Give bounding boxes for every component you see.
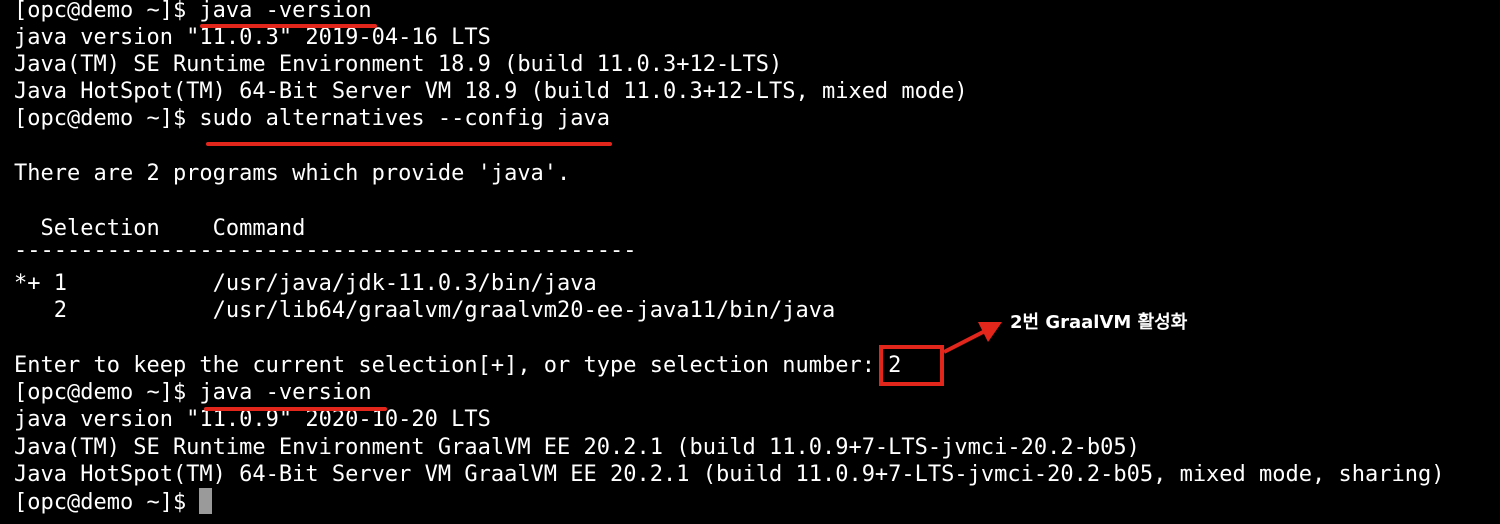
highlight-underline-alternatives (206, 142, 612, 146)
terminal-line-current-prompt[interactable]: [opc@demo ~]$ (14, 488, 213, 515)
terminal-line-runtime-env-2: Java(TM) SE Runtime Environment GraalVM … (14, 435, 1140, 460)
highlight-box-selection (879, 345, 944, 386)
terminal-line-hotspot-vm-2: Java HotSpot(TM) 64-Bit Server VM GraalV… (14, 462, 1445, 487)
highlight-underline-java-version (200, 24, 377, 28)
terminal-line-runtime-env: Java(TM) SE Runtime Environment 18.9 (bu… (14, 52, 783, 77)
text-cursor (199, 488, 213, 514)
terminal-line-option-2: 2 /usr/lib64/graalvm/graalvm20-ee-java11… (14, 298, 836, 323)
current-prompt-text: [opc@demo ~]$ (14, 490, 200, 515)
terminal-window[interactable]: [opc@demo ~]$ java -version java version… (14, 0, 1494, 521)
terminal-line-programs-count: There are 2 programs which provide 'java… (14, 161, 571, 186)
terminal-line-hotspot-vm: Java HotSpot(TM) 64-Bit Server VM 18.9 (… (14, 79, 968, 104)
annotation-label: 2번 GraalVM 활성화 (1010, 312, 1188, 333)
terminal-line-option-1: *+ 1 /usr/java/jdk-11.0.3/bin/java (14, 271, 597, 296)
terminal-line-prompt-alternatives: [opc@demo ~]$ sudo alternatives --config… (14, 106, 611, 131)
terminal-line-java-version: java version "11.0.3" 2019-04-16 LTS (14, 25, 491, 50)
terminal-line-prompt-java-version: [opc@demo ~]$ java -version (14, 0, 372, 23)
terminal-line-table-divider: ----------------------------------------… (14, 238, 637, 263)
highlight-underline-java-version-2 (204, 407, 387, 411)
terminal-line-prompt-java-version-2: [opc@demo ~]$ java -version (14, 380, 372, 405)
terminal-line-selection-prompt: Enter to keep the current selection[+], … (14, 353, 902, 378)
